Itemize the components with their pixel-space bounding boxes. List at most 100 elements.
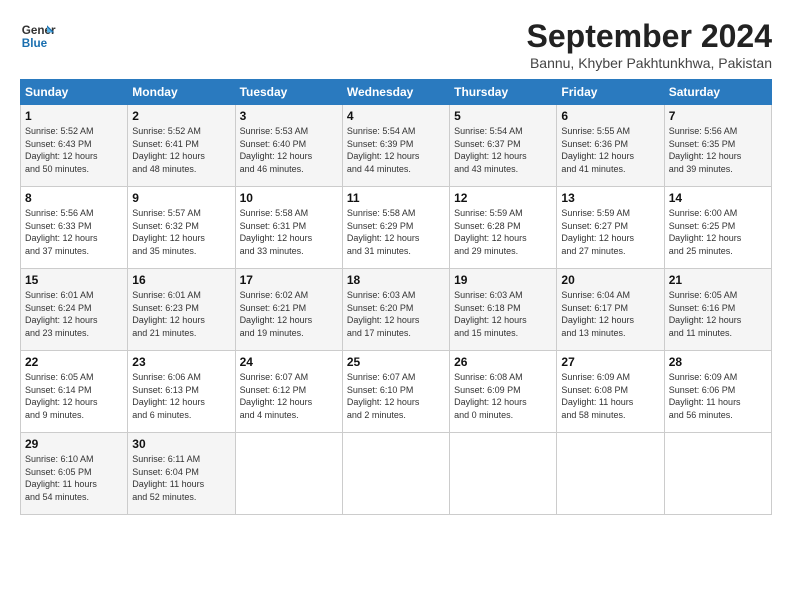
header-day-tuesday: Tuesday bbox=[235, 80, 342, 105]
calendar-cell: 17 Sunrise: 6:02 AMSunset: 6:21 PMDayligh… bbox=[235, 269, 342, 351]
day-number: 24 bbox=[240, 355, 338, 369]
calendar-cell bbox=[450, 433, 557, 515]
day-number: 29 bbox=[25, 437, 123, 451]
calendar-cell: 16 Sunrise: 6:01 AMSunset: 6:23 PMDayligh… bbox=[128, 269, 235, 351]
day-info: Sunrise: 6:04 AMSunset: 6:17 PMDaylight:… bbox=[561, 289, 659, 339]
header-row: SundayMondayTuesdayWednesdayThursdayFrid… bbox=[21, 80, 772, 105]
day-number: 19 bbox=[454, 273, 552, 287]
day-info: Sunrise: 6:05 AMSunset: 6:16 PMDaylight:… bbox=[669, 289, 767, 339]
calendar-cell: 15Sunrise: 6:01 AMSunset: 6:24 PMDayligh… bbox=[21, 269, 128, 351]
header-day-monday: Monday bbox=[128, 80, 235, 105]
day-info: Sunrise: 6:08 AMSunset: 6:09 PMDaylight:… bbox=[454, 371, 552, 421]
calendar-cell: 27 Sunrise: 6:09 AMSunset: 6:08 PMDayligh… bbox=[557, 351, 664, 433]
calendar-cell: 25 Sunrise: 6:07 AMSunset: 6:10 PMDayligh… bbox=[342, 351, 449, 433]
calendar-cell: 29 Sunrise: 6:10 AMSunset: 6:05 PMDayligh… bbox=[21, 433, 128, 515]
day-info: Sunrise: 6:01 AMSunset: 6:23 PMDaylight:… bbox=[132, 289, 230, 339]
day-number: 18 bbox=[347, 273, 445, 287]
day-info: Sunrise: 5:57 AMSunset: 6:32 PMDaylight:… bbox=[132, 207, 230, 257]
header-day-friday: Friday bbox=[557, 80, 664, 105]
calendar-cell: 4 Sunrise: 5:54 AMSunset: 6:39 PMDaylight… bbox=[342, 105, 449, 187]
day-info: Sunrise: 5:55 AMSunset: 6:36 PMDaylight:… bbox=[561, 125, 659, 175]
day-number: 26 bbox=[454, 355, 552, 369]
day-number: 9 bbox=[132, 191, 230, 205]
day-info: Sunrise: 6:03 AMSunset: 6:20 PMDaylight:… bbox=[347, 289, 445, 339]
header-day-sunday: Sunday bbox=[21, 80, 128, 105]
calendar-cell: 6 Sunrise: 5:55 AMSunset: 6:36 PMDaylight… bbox=[557, 105, 664, 187]
header-day-saturday: Saturday bbox=[664, 80, 771, 105]
calendar-cell: 3 Sunrise: 5:53 AMSunset: 6:40 PMDaylight… bbox=[235, 105, 342, 187]
calendar-cell: 7Sunrise: 5:56 AMSunset: 6:35 PMDaylight… bbox=[664, 105, 771, 187]
calendar-cell: 5Sunrise: 5:54 AMSunset: 6:37 PMDaylight… bbox=[450, 105, 557, 187]
calendar-subtitle: Bannu, Khyber Pakhtunkhwa, Pakistan bbox=[527, 55, 772, 71]
calendar-cell: 1 Sunrise: 5:52 AMSunset: 6:43 PMDaylight… bbox=[21, 105, 128, 187]
day-number: 3 bbox=[240, 109, 338, 123]
week-row-2: 8Sunrise: 5:56 AMSunset: 6:33 PMDaylight… bbox=[21, 187, 772, 269]
day-info: Sunrise: 5:52 AMSunset: 6:43 PMDaylight:… bbox=[25, 125, 123, 175]
day-number: 12 bbox=[454, 191, 552, 205]
day-number: 23 bbox=[132, 355, 230, 369]
day-info: Sunrise: 6:10 AMSunset: 6:05 PMDaylight:… bbox=[25, 453, 123, 503]
day-number: 27 bbox=[561, 355, 659, 369]
calendar-cell: 13 Sunrise: 5:59 AMSunset: 6:27 PMDayligh… bbox=[557, 187, 664, 269]
calendar-cell: 24 Sunrise: 6:07 AMSunset: 6:12 PMDayligh… bbox=[235, 351, 342, 433]
day-number: 28 bbox=[669, 355, 767, 369]
svg-text:Blue: Blue bbox=[22, 37, 48, 50]
calendar-cell: 8Sunrise: 5:56 AMSunset: 6:33 PMDaylight… bbox=[21, 187, 128, 269]
day-number: 6 bbox=[561, 109, 659, 123]
calendar-cell: 2Sunrise: 5:52 AMSunset: 6:41 PMDaylight… bbox=[128, 105, 235, 187]
day-info: Sunrise: 5:58 AMSunset: 6:31 PMDaylight:… bbox=[240, 207, 338, 257]
day-info: Sunrise: 5:58 AMSunset: 6:29 PMDaylight:… bbox=[347, 207, 445, 257]
day-info: Sunrise: 6:11 AMSunset: 6:04 PMDaylight:… bbox=[132, 453, 230, 503]
day-info: Sunrise: 6:02 AMSunset: 6:21 PMDaylight:… bbox=[240, 289, 338, 339]
calendar-cell: 14Sunrise: 6:00 AMSunset: 6:25 PMDayligh… bbox=[664, 187, 771, 269]
header-day-thursday: Thursday bbox=[450, 80, 557, 105]
header-day-wednesday: Wednesday bbox=[342, 80, 449, 105]
calendar-cell bbox=[664, 433, 771, 515]
calendar-cell bbox=[557, 433, 664, 515]
day-number: 15 bbox=[25, 273, 123, 287]
calendar-cell: 21Sunrise: 6:05 AMSunset: 6:16 PMDayligh… bbox=[664, 269, 771, 351]
day-info: Sunrise: 6:09 AMSunset: 6:06 PMDaylight:… bbox=[669, 371, 767, 421]
day-number: 17 bbox=[240, 273, 338, 287]
logo: General Blue bbox=[20, 18, 56, 54]
day-number: 16 bbox=[132, 273, 230, 287]
day-number: 1 bbox=[25, 109, 123, 123]
calendar-cell: 18 Sunrise: 6:03 AMSunset: 6:20 PMDayligh… bbox=[342, 269, 449, 351]
calendar-title: September 2024 bbox=[527, 18, 772, 55]
day-number: 14 bbox=[669, 191, 767, 205]
calendar-cell: 9 Sunrise: 5:57 AMSunset: 6:32 PMDaylight… bbox=[128, 187, 235, 269]
calendar-cell: 22Sunrise: 6:05 AMSunset: 6:14 PMDayligh… bbox=[21, 351, 128, 433]
week-row-4: 22Sunrise: 6:05 AMSunset: 6:14 PMDayligh… bbox=[21, 351, 772, 433]
week-row-5: 29 Sunrise: 6:10 AMSunset: 6:05 PMDayligh… bbox=[21, 433, 772, 515]
day-info: Sunrise: 6:06 AMSunset: 6:13 PMDaylight:… bbox=[132, 371, 230, 421]
day-number: 25 bbox=[347, 355, 445, 369]
day-number: 20 bbox=[561, 273, 659, 287]
day-number: 11 bbox=[347, 191, 445, 205]
day-info: Sunrise: 5:52 AMSunset: 6:41 PMDaylight:… bbox=[132, 125, 230, 175]
day-number: 7 bbox=[669, 109, 767, 123]
calendar-cell: 26 Sunrise: 6:08 AMSunset: 6:09 PMDayligh… bbox=[450, 351, 557, 433]
day-number: 5 bbox=[454, 109, 552, 123]
calendar-cell: 28 Sunrise: 6:09 AMSunset: 6:06 PMDayligh… bbox=[664, 351, 771, 433]
day-info: Sunrise: 5:59 AMSunset: 6:27 PMDaylight:… bbox=[561, 207, 659, 257]
day-info: Sunrise: 6:09 AMSunset: 6:08 PMDaylight:… bbox=[561, 371, 659, 421]
calendar-table: SundayMondayTuesdayWednesdayThursdayFrid… bbox=[20, 79, 772, 515]
calendar-cell: 10Sunrise: 5:58 AMSunset: 6:31 PMDayligh… bbox=[235, 187, 342, 269]
day-number: 13 bbox=[561, 191, 659, 205]
calendar-cell bbox=[235, 433, 342, 515]
calendar-cell bbox=[342, 433, 449, 515]
logo-icon: General Blue bbox=[20, 18, 56, 54]
day-info: Sunrise: 6:07 AMSunset: 6:10 PMDaylight:… bbox=[347, 371, 445, 421]
day-info: Sunrise: 5:53 AMSunset: 6:40 PMDaylight:… bbox=[240, 125, 338, 175]
day-info: Sunrise: 5:59 AMSunset: 6:28 PMDaylight:… bbox=[454, 207, 552, 257]
day-info: Sunrise: 6:03 AMSunset: 6:18 PMDaylight:… bbox=[454, 289, 552, 339]
week-row-3: 15Sunrise: 6:01 AMSunset: 6:24 PMDayligh… bbox=[21, 269, 772, 351]
calendar-cell: 12 Sunrise: 5:59 AMSunset: 6:28 PMDayligh… bbox=[450, 187, 557, 269]
day-info: Sunrise: 5:54 AMSunset: 6:39 PMDaylight:… bbox=[347, 125, 445, 175]
day-number: 4 bbox=[347, 109, 445, 123]
calendar-cell: 11 Sunrise: 5:58 AMSunset: 6:29 PMDayligh… bbox=[342, 187, 449, 269]
day-info: Sunrise: 6:05 AMSunset: 6:14 PMDaylight:… bbox=[25, 371, 123, 421]
week-row-1: 1 Sunrise: 5:52 AMSunset: 6:43 PMDaylight… bbox=[21, 105, 772, 187]
day-info: Sunrise: 6:07 AMSunset: 6:12 PMDaylight:… bbox=[240, 371, 338, 421]
day-number: 30 bbox=[132, 437, 230, 451]
